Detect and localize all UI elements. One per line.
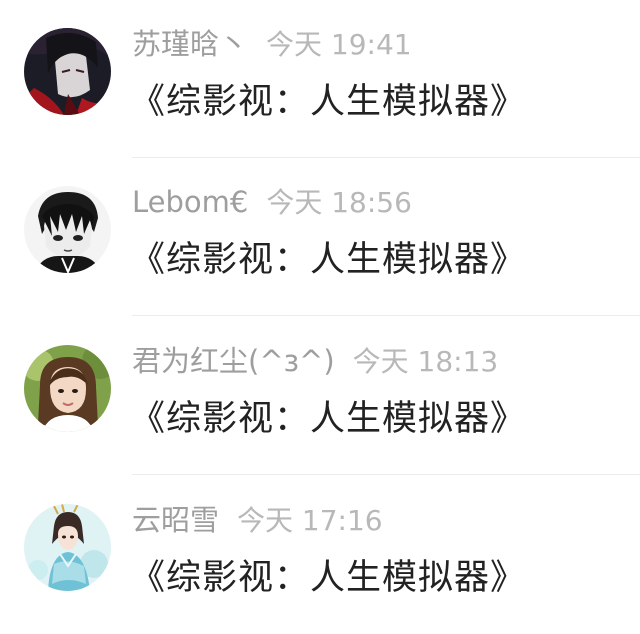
comment-list: 苏瑾晗丶 今天 19:41 《综影视：人生模拟器》 Lebom€ 今天 18:56 … xyxy=(0,0,640,623)
avatar[interactable] xyxy=(24,504,111,591)
comment-item: 君为红尘(^з^) 今天 18:13 《综影视：人生模拟器》 xyxy=(0,317,640,475)
ancient-costume-girl-avatar-icon xyxy=(24,504,111,591)
dark-red-anime-character-avatar-icon xyxy=(24,28,111,115)
timestamp: 今天 18:56 xyxy=(266,186,412,219)
comment-text: 《综影视：人生模拟器》 xyxy=(130,399,527,439)
divider xyxy=(132,315,640,316)
comment-text: 《综影视：人生模拟器》 xyxy=(130,558,527,598)
username[interactable]: 云昭雪 xyxy=(132,503,219,537)
black-white-manga-boy-avatar-icon xyxy=(24,186,111,273)
timestamp: 今天 17:16 xyxy=(237,504,383,537)
avatar[interactable] xyxy=(24,28,111,115)
comment-text: 《综影视：人生模拟器》 xyxy=(130,82,527,122)
username[interactable]: Lebom€ xyxy=(132,185,248,219)
timestamp: 今天 19:41 xyxy=(266,28,412,61)
avatar[interactable] xyxy=(24,186,111,273)
timestamp: 今天 18:13 xyxy=(352,345,499,378)
young-woman-photo-avatar-icon xyxy=(24,345,111,432)
comment-meta: 云昭雪 今天 17:16 xyxy=(132,500,383,540)
avatar[interactable] xyxy=(24,345,111,432)
comment-meta: 君为红尘(^з^) 今天 18:13 xyxy=(132,341,498,381)
username[interactable]: 君为红尘(^з^) xyxy=(132,344,335,378)
comment-item: Lebom€ 今天 18:56 《综影视：人生模拟器》 xyxy=(0,158,640,316)
comment-meta: Lebom€ 今天 18:56 xyxy=(132,182,412,222)
username[interactable]: 苏瑾晗丶 xyxy=(132,27,248,61)
comment-item: 苏瑾晗丶 今天 19:41 《综影视：人生模拟器》 xyxy=(0,0,640,158)
comment-meta: 苏瑾晗丶 今天 19:41 xyxy=(132,24,412,64)
comment-text: 《综影视：人生模拟器》 xyxy=(130,240,527,280)
divider xyxy=(132,474,640,475)
comment-item: 云昭雪 今天 17:16 《综影视：人生模拟器》 xyxy=(0,476,640,634)
